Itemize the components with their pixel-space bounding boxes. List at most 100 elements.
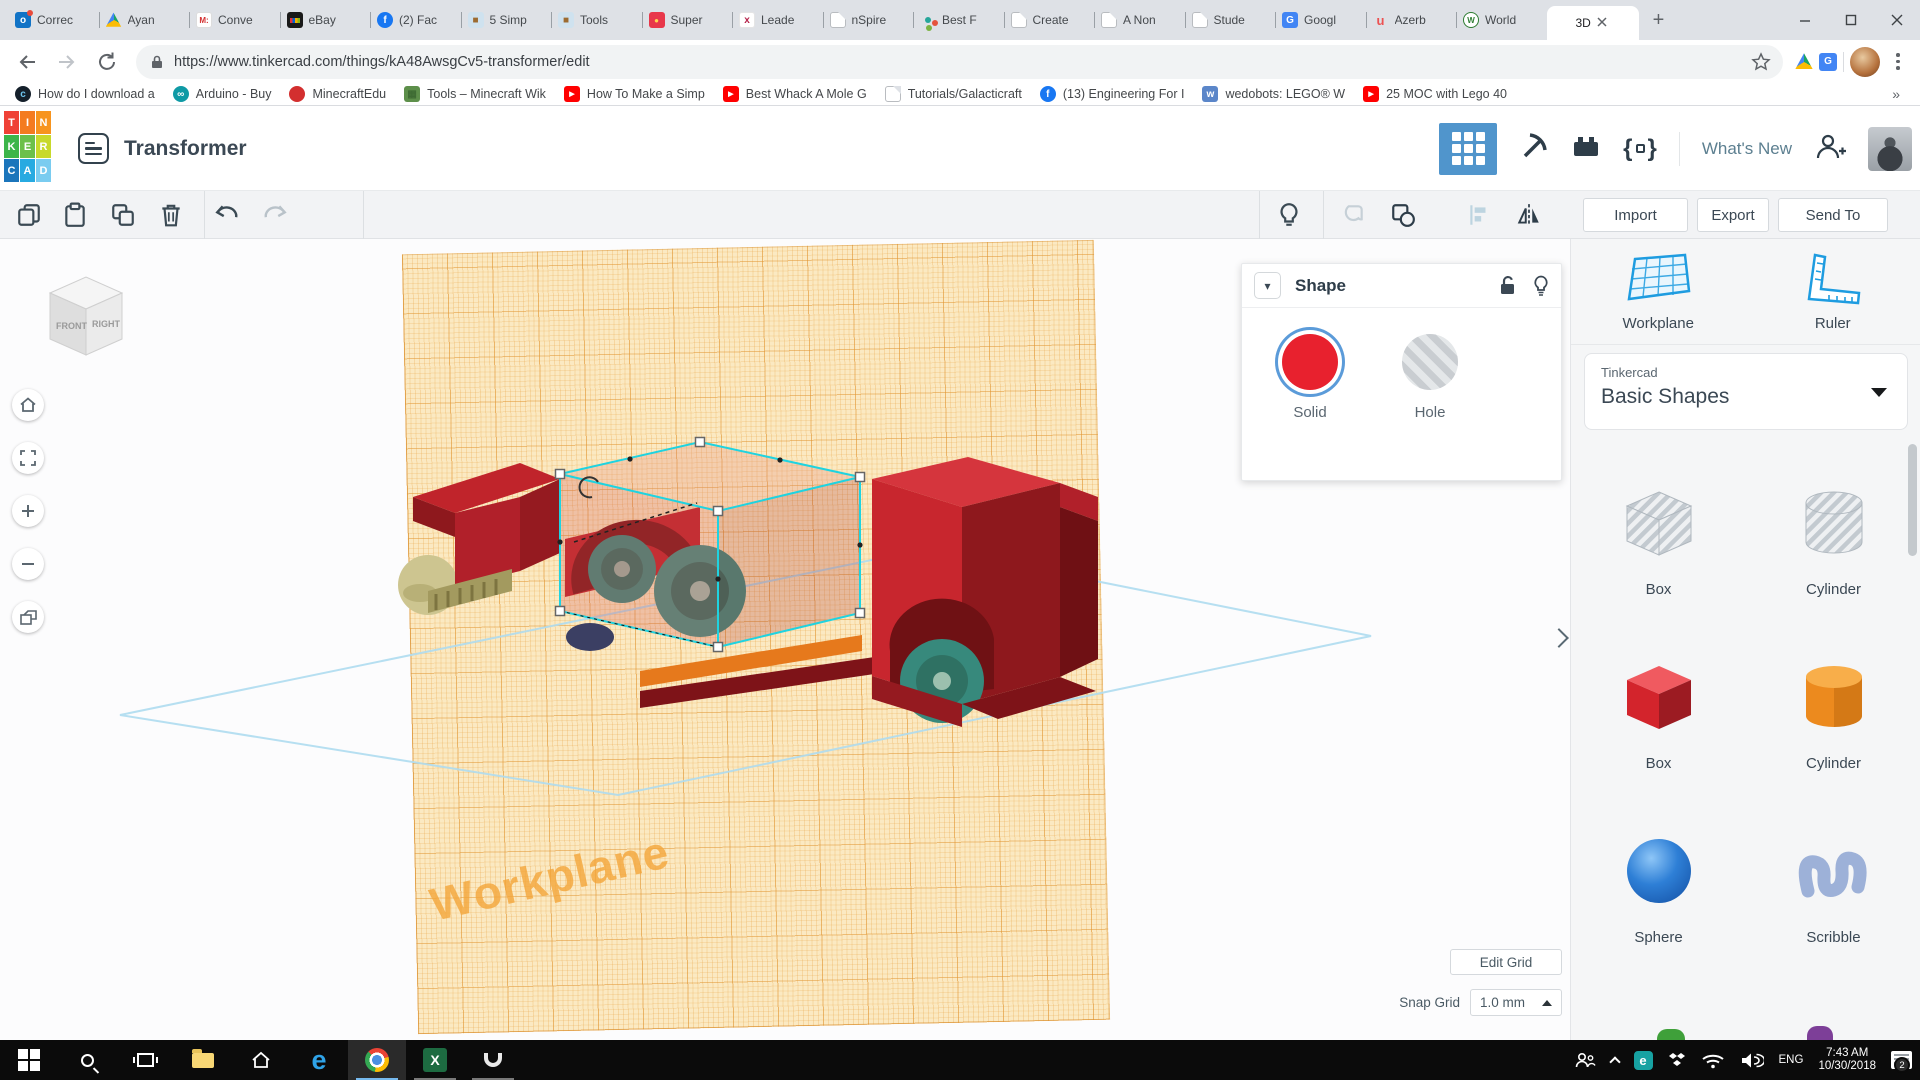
redo-icon[interactable]	[262, 202, 288, 228]
paste-icon[interactable]	[62, 202, 88, 228]
solid-swatch[interactable]	[1282, 334, 1338, 390]
solid-option[interactable]: Solid	[1282, 334, 1338, 421]
mirror-icon[interactable]	[1516, 202, 1542, 228]
lock-open-icon[interactable]	[1497, 275, 1517, 297]
undo-icon[interactable]	[214, 202, 240, 228]
selection-box[interactable]	[556, 438, 865, 652]
search-button[interactable]	[58, 1040, 116, 1080]
back-button[interactable]	[10, 45, 44, 79]
shape-item-cylinder[interactable]: Cylinder	[1746, 611, 1920, 785]
browser-tab[interactable]: Best F	[913, 0, 1004, 40]
drive-extension-icon[interactable]	[1795, 53, 1813, 71]
home-app-button[interactable]	[232, 1040, 290, 1080]
bookmark-item[interactable]: ▶How To Make a Simp	[555, 86, 714, 102]
start-button[interactable]	[0, 1040, 58, 1080]
shape-item-box[interactable]: Box	[1571, 437, 1746, 611]
reload-button[interactable]	[90, 45, 124, 79]
bookmark-item[interactable]: ∞Arduino - Buy	[164, 86, 281, 102]
browser-tab[interactable]: f(2) Fac	[370, 0, 461, 40]
bookmarks-overflow-chevron[interactable]: »	[1892, 86, 1914, 102]
edge-button[interactable]: e	[290, 1040, 348, 1080]
sidebar-scrollbar[interactable]	[1908, 444, 1917, 556]
view-cube[interactable]: FRONT RIGHT	[36, 267, 136, 363]
close-tab-icon[interactable]	[1597, 14, 1607, 32]
dashboard-grid-button[interactable]	[1439, 123, 1497, 175]
fit-view-button[interactable]	[12, 442, 44, 474]
ruler-tool[interactable]: Ruler	[1746, 239, 1920, 344]
browser-tab[interactable]: xLeade	[732, 0, 823, 40]
shape-library-select[interactable]: Tinkercad Basic Shapes	[1584, 353, 1908, 430]
snap-grid-select[interactable]: 1.0 mm	[1470, 989, 1562, 1016]
zoom-in-button[interactable]	[12, 495, 44, 527]
design-title[interactable]: Transformer	[124, 106, 247, 191]
minecraft-pickaxe-icon[interactable]	[1519, 131, 1549, 166]
bookmark-item[interactable]: ▶25 MOC with Lego 40	[1354, 86, 1516, 102]
bookmark-item[interactable]: MinecraftEdu	[280, 86, 395, 102]
browser-tab[interactable]: oCorrec	[8, 0, 99, 40]
hole-option[interactable]: Hole	[1402, 334, 1458, 421]
chrome-button[interactable]	[348, 1040, 406, 1080]
bookmark-item[interactable]: ▶Best Whack A Mole G	[714, 86, 876, 102]
copy-icon[interactable]	[16, 202, 42, 228]
codeblocks-icon[interactable]: {}	[1623, 135, 1657, 163]
browser-tab[interactable]: GGoogl	[1275, 0, 1366, 40]
bookmark-item[interactable]: wwedobots: LEGO® W	[1193, 86, 1354, 102]
shape-item-box[interactable]: Box	[1571, 611, 1746, 785]
edit-grid-button[interactable]: Edit Grid	[1450, 949, 1562, 975]
design-menu-icon[interactable]	[78, 133, 109, 164]
translate-extension-icon[interactable]: G	[1819, 53, 1837, 71]
taskbar-clock[interactable]: 7:43 AM 10/30/2018	[1818, 1047, 1876, 1073]
bookmark-star-icon[interactable]	[1751, 52, 1771, 77]
browser-tab[interactable]: ●Super	[642, 0, 733, 40]
action-center-icon[interactable]: 2	[1891, 1051, 1912, 1069]
next-shape-partial[interactable]	[1807, 1026, 1833, 1040]
browser-tab[interactable]: ■Tools	[551, 0, 642, 40]
shape-item-cylinder[interactable]: Cylinder	[1746, 437, 1920, 611]
next-shape-partial[interactable]	[1657, 1029, 1685, 1040]
active-tab[interactable]: 3D	[1547, 6, 1639, 40]
panel-collapse-button[interactable]: ▾	[1254, 272, 1281, 299]
file-explorer-button[interactable]	[174, 1040, 232, 1080]
browser-tab[interactable]: WWorld	[1456, 0, 1547, 40]
home-view-button[interactable]	[12, 389, 44, 421]
bookmark-item[interactable]: f(13) Engineering For I	[1031, 86, 1194, 102]
volume-icon[interactable]	[1740, 1052, 1764, 1069]
browser-tab[interactable]: Stude	[1185, 0, 1276, 40]
whats-new-link[interactable]: What's New	[1702, 139, 1792, 159]
people-icon[interactable]	[1574, 1051, 1596, 1069]
minimize-button[interactable]	[1782, 0, 1828, 40]
shape-item-sphere[interactable]: Sphere	[1571, 785, 1746, 959]
viewcube-front-label[interactable]: FRONT	[56, 321, 87, 331]
align-icon[interactable]	[1466, 202, 1492, 228]
import-button[interactable]: Import	[1583, 198, 1688, 232]
perspective-toggle-button[interactable]	[12, 601, 44, 633]
browser-menu-icon[interactable]	[1886, 53, 1910, 70]
hole-swatch[interactable]	[1402, 334, 1458, 390]
browser-tab[interactable]: uAzerb	[1366, 0, 1457, 40]
language-indicator[interactable]: ENG	[1779, 1054, 1804, 1066]
browser-tab[interactable]: eBay	[280, 0, 371, 40]
bookmark-item[interactable]: ▦Tools – Minecraft Wik	[395, 86, 555, 102]
address-bar[interactable]: https://www.tinkercad.com/things/kA48Aws…	[136, 45, 1783, 79]
workplane-tool[interactable]: Workplane	[1571, 239, 1746, 344]
bookmark-item[interactable]: Tutorials/Galacticraft	[876, 86, 1031, 102]
new-tab-button[interactable]: +	[1645, 6, 1673, 34]
browser-tab[interactable]: A Non	[1094, 0, 1185, 40]
lightbulb-icon[interactable]	[1533, 275, 1549, 297]
browser-profile-avatar[interactable]	[1850, 47, 1880, 77]
light-view-icon[interactable]	[1276, 202, 1302, 228]
ungroup-icon[interactable]	[1390, 202, 1416, 228]
shape-item-scribble[interactable]: Scribble	[1746, 785, 1920, 959]
maximize-button[interactable]	[1828, 0, 1874, 40]
add-user-icon[interactable]	[1814, 131, 1846, 166]
tray-expand-chevron[interactable]	[1609, 1056, 1620, 1067]
user-avatar[interactable]	[1868, 127, 1912, 171]
browser-tab[interactable]: M:Conve	[189, 0, 280, 40]
duplicate-icon[interactable]	[110, 202, 136, 228]
bookmark-item[interactable]: cHow do I download a	[6, 86, 164, 102]
browser-tab[interactable]: ■5 Simp	[461, 0, 552, 40]
paint3d-button[interactable]	[464, 1040, 522, 1080]
dropbox-tray-icon[interactable]	[1668, 1052, 1686, 1068]
task-view-button[interactable]	[116, 1040, 174, 1080]
delete-icon[interactable]	[158, 202, 184, 228]
